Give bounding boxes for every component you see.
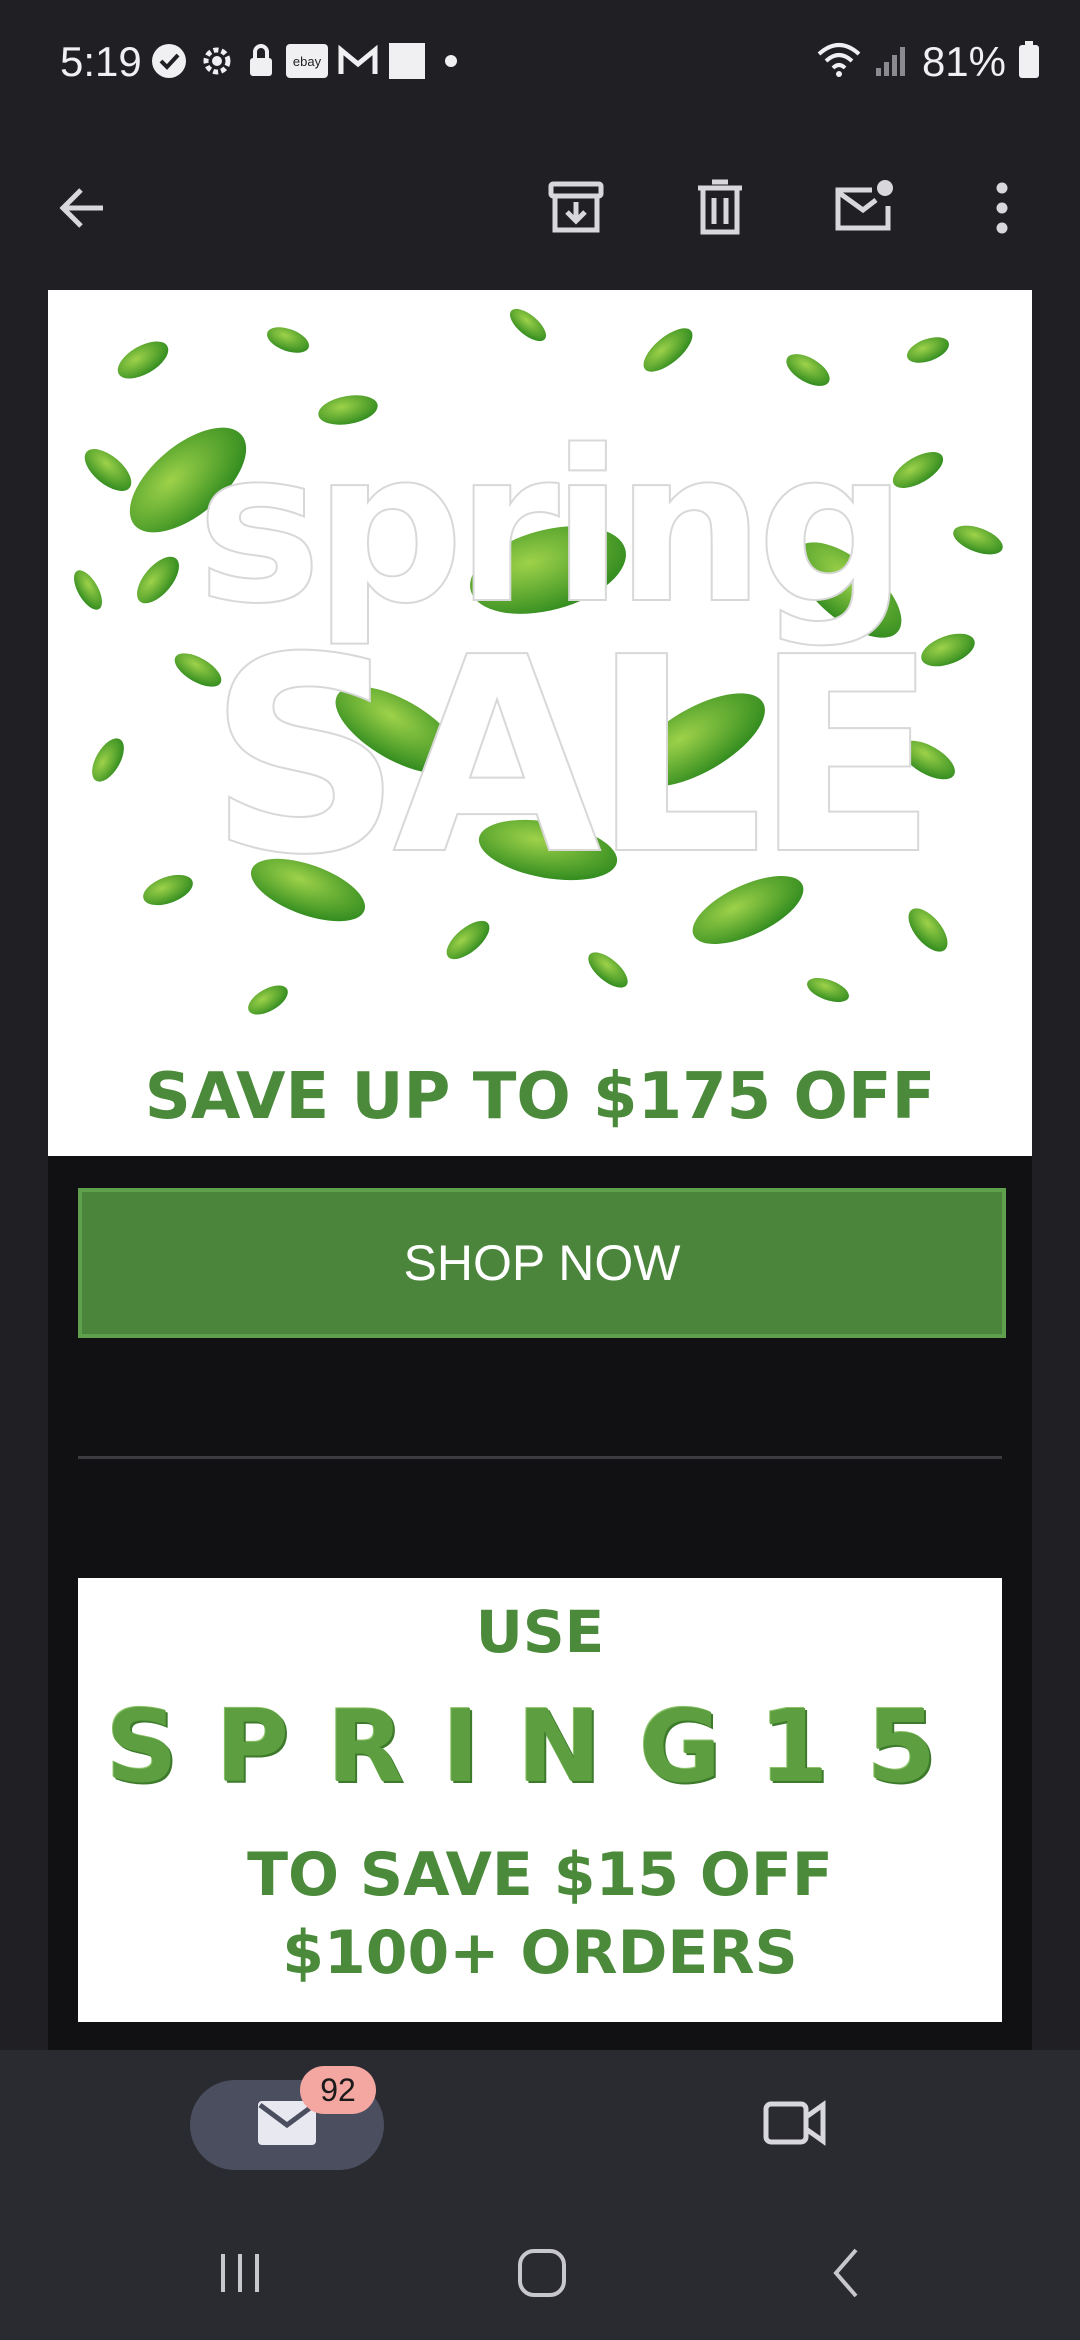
verified-icon: [150, 42, 188, 85]
notification-icons: ebay: [150, 42, 466, 85]
mark-unread-button[interactable]: [819, 165, 909, 255]
more-button[interactable]: [957, 165, 1047, 255]
svg-text:ebay: ebay: [293, 54, 322, 69]
promo-line-2: $100+ ORDERS: [282, 1918, 798, 1988]
email-card: spring SALE SAVE UP TO $175 OFF SHOP NOW…: [48, 290, 1032, 2050]
battery-icon: [1018, 40, 1040, 84]
email-body: spring SALE SAVE UP TO $175 OFF SHOP NOW…: [0, 290, 1080, 2050]
promo-code-text: SPRING15: [105, 1688, 975, 1805]
meet-tab[interactable]: [750, 2080, 840, 2170]
wifi-icon: [816, 40, 862, 85]
more-vert-icon: [992, 180, 1012, 241]
shop-now-button[interactable]: SHOP NOW: [78, 1188, 1006, 1338]
divider: [78, 1456, 1002, 1459]
mail-unread-badge: 92: [300, 2066, 376, 2114]
status-time: 5:19: [60, 38, 142, 85]
signal-icon: [874, 42, 910, 83]
hero-save-text: SAVE UP TO $175 OFF: [144, 1060, 936, 1134]
email-toolbar: [0, 125, 1080, 290]
arrow-left-icon: [55, 180, 111, 241]
bottom-nav: 92: [0, 2050, 1080, 2205]
settings-icon: [198, 42, 236, 85]
promo-use-text: USE: [475, 1598, 605, 1666]
archive-icon: [546, 178, 606, 243]
video-icon: [763, 2099, 827, 2152]
lock-icon: [246, 42, 276, 85]
back-chevron-icon: [826, 2246, 866, 2305]
battery-percent: 81%: [921, 38, 1006, 85]
home-button[interactable]: [502, 2235, 582, 2315]
promo-line-1: TO SAVE $15 OFF: [247, 1840, 833, 1910]
status-right: 81%: [816, 38, 1040, 86]
home-icon: [515, 2246, 569, 2305]
archive-button[interactable]: [531, 165, 621, 255]
mail-unread-icon: [832, 178, 896, 243]
spring-sale-banner[interactable]: spring SALE SAVE UP TO $175 OFF: [48, 290, 1032, 1156]
status-bar: 5:19 ebay 81%: [0, 0, 1080, 125]
promo-code-banner[interactable]: USE SPRING15 TO SAVE $15 OFF $100+ ORDER…: [78, 1578, 1002, 2022]
system-nav-bar: [0, 2205, 1080, 2340]
hero-title-sale: SALE: [208, 599, 928, 914]
back-button[interactable]: [38, 165, 128, 255]
system-back-button[interactable]: [806, 2235, 886, 2315]
recents-button[interactable]: [200, 2235, 280, 2315]
white-square-icon: [388, 42, 426, 85]
dot-icon: [436, 46, 466, 81]
gmail-icon: [338, 44, 378, 83]
delete-button[interactable]: [675, 165, 765, 255]
recents-icon: [215, 2248, 265, 2303]
leaves-decoration: spring SALE: [74, 308, 1003, 1015]
ebay-icon: ebay: [286, 44, 328, 83]
trash-icon: [692, 178, 748, 243]
